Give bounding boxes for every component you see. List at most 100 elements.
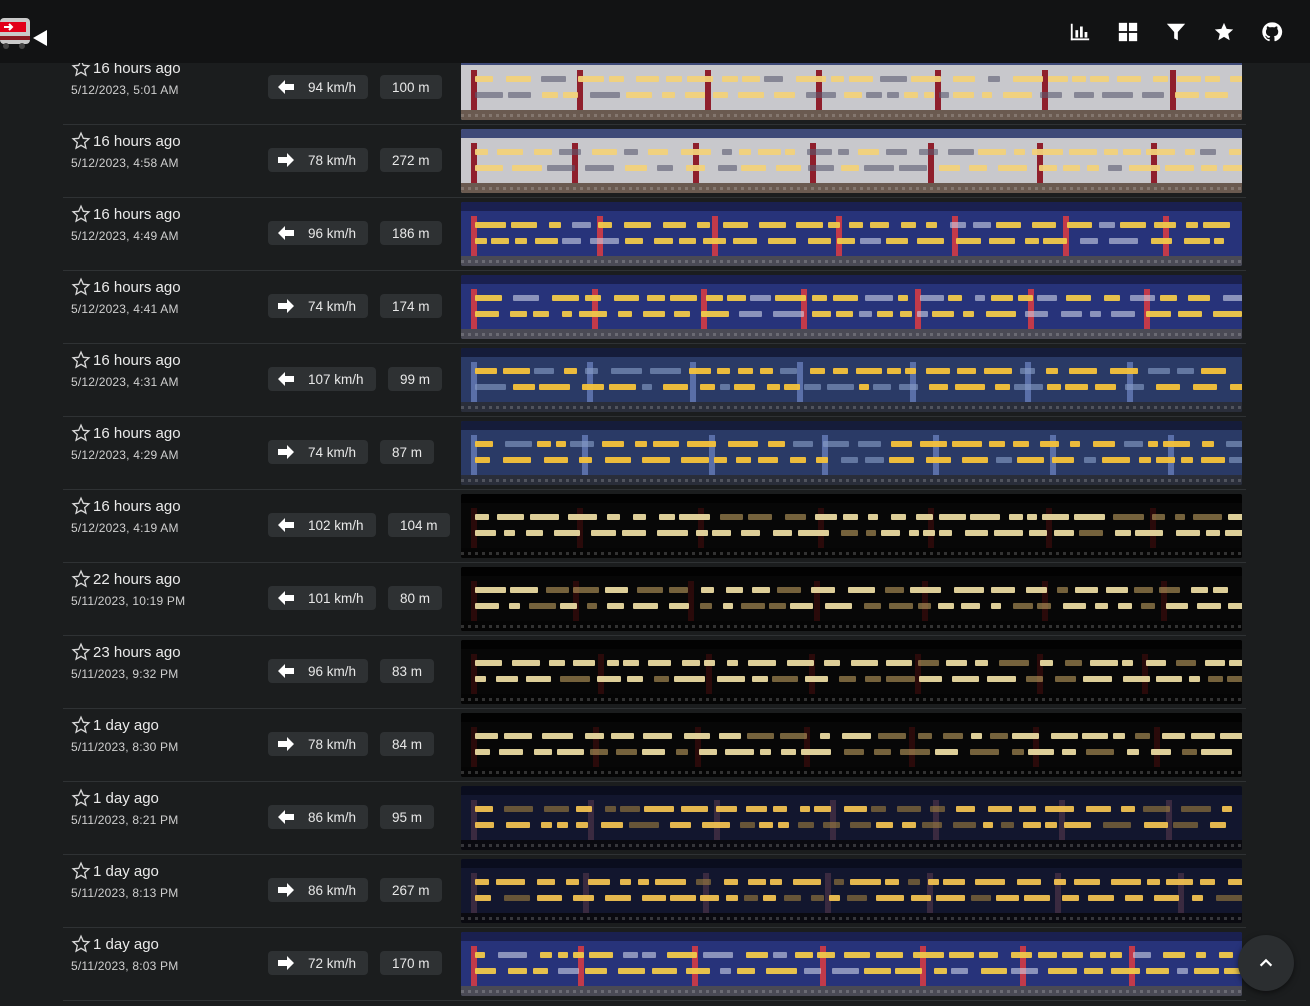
gallery-icon[interactable] xyxy=(1104,18,1152,46)
favorite-star-icon[interactable] xyxy=(71,642,91,662)
length-badge: 174 m xyxy=(380,294,442,318)
favorites-icon[interactable] xyxy=(1200,18,1248,46)
stats-icon[interactable] xyxy=(1056,18,1104,46)
train-image[interactable] xyxy=(461,129,1242,193)
length-badge: 95 m xyxy=(380,805,435,829)
absolute-time: 5/11/2023, 8:21 PM xyxy=(71,813,179,827)
train-row: 1 day ago 5/11/2023, 8:30 PM 78 km/h 84 m xyxy=(63,709,1246,782)
train-row: 16 hours ago 5/12/2023, 4:31 AM 107 km/h 99… xyxy=(63,344,1246,417)
favorite-star-icon[interactable] xyxy=(71,715,91,735)
absolute-time: 5/12/2023, 4:19 AM xyxy=(71,521,179,535)
train-image[interactable] xyxy=(461,421,1242,485)
relative-time: 16 hours ago xyxy=(71,494,261,518)
train-image[interactable] xyxy=(461,275,1242,339)
train-image[interactable] xyxy=(461,56,1242,120)
length-badge: 267 m xyxy=(380,878,442,902)
absolute-time: 5/12/2023, 4:58 AM xyxy=(71,156,179,170)
favorite-star-icon[interactable] xyxy=(71,788,91,808)
favorite-star-icon[interactable] xyxy=(71,861,91,881)
arrow-left-icon xyxy=(278,226,294,240)
length-badge: 272 m xyxy=(380,148,442,172)
train-image[interactable] xyxy=(461,567,1242,631)
train-row: 16 hours ago 5/12/2023, 4:58 AM 78 km/h 272… xyxy=(63,125,1246,198)
train-row: 1 day ago 5/11/2023, 8:21 PM 86 km/h 95 m xyxy=(63,782,1246,855)
arrow-right-icon xyxy=(278,883,294,897)
favorite-star-icon[interactable] xyxy=(71,569,91,589)
arrow-left-icon xyxy=(278,80,294,94)
absolute-time: 5/11/2023, 8:30 PM xyxy=(71,740,179,754)
time-cell: 16 hours ago 5/12/2023, 4:58 AM xyxy=(71,129,261,170)
arrow-left-icon xyxy=(278,664,294,678)
relative-time: 1 day ago xyxy=(71,713,261,737)
train-row: 1 day ago 5/11/2023, 8:03 PM 72 km/h 170 m xyxy=(63,928,1246,1001)
speed-text: 96 km/h xyxy=(308,225,357,241)
relative-time: 16 hours ago xyxy=(71,129,261,153)
favorite-star-icon[interactable] xyxy=(71,423,91,443)
speed-badge: 101 km/h xyxy=(268,586,376,610)
top-navbar xyxy=(0,0,1310,63)
speed-badge: 96 km/h xyxy=(268,659,369,683)
speed-badge: 102 km/h xyxy=(268,513,376,537)
time-cell: 16 hours ago 5/12/2023, 4:41 AM xyxy=(71,275,261,316)
relative-time-text: 16 hours ago xyxy=(93,424,181,442)
arrow-left-icon xyxy=(278,591,294,605)
relative-time-text: 1 day ago xyxy=(93,716,159,734)
time-cell: 1 day ago 5/11/2023, 8:30 PM xyxy=(71,713,261,754)
train-image[interactable] xyxy=(461,859,1242,923)
absolute-time: 5/11/2023, 8:13 PM xyxy=(71,886,179,900)
speed-text: 78 km/h xyxy=(308,736,357,752)
arrow-right-icon xyxy=(278,737,294,751)
speed-badge: 107 km/h xyxy=(268,367,376,391)
absolute-time: 5/12/2023, 5:01 AM xyxy=(71,83,179,97)
train-image[interactable] xyxy=(461,202,1242,266)
absolute-time: 5/12/2023, 4:29 AM xyxy=(71,448,179,462)
time-cell: 23 hours ago 5/11/2023, 9:32 PM xyxy=(71,640,261,681)
speed-text: 94 km/h xyxy=(308,79,357,95)
length-badge: 99 m xyxy=(388,367,443,391)
relative-time-text: 16 hours ago xyxy=(93,497,181,515)
speed-badge: 78 km/h xyxy=(268,148,369,172)
speed-badge: 94 km/h xyxy=(268,75,369,99)
arrow-right-icon xyxy=(278,299,294,313)
relative-time-text: 22 hours ago xyxy=(93,570,181,588)
arrow-right-icon xyxy=(278,445,294,459)
length-badge: 170 m xyxy=(380,951,442,975)
train-image[interactable] xyxy=(461,494,1242,558)
absolute-time: 5/11/2023, 8:03 PM xyxy=(71,959,179,973)
github-icon[interactable] xyxy=(1248,18,1296,46)
train-row: 1 day ago 5/11/2023, 8:13 PM 86 km/h 267 m xyxy=(63,855,1246,928)
speed-text: 78 km/h xyxy=(308,152,357,168)
relative-time: 23 hours ago xyxy=(71,640,261,664)
train-image[interactable] xyxy=(461,348,1242,412)
train-image[interactable] xyxy=(461,713,1242,777)
train-image[interactable] xyxy=(461,932,1242,996)
chevron-up-icon xyxy=(1259,958,1273,967)
train-image[interactable] xyxy=(461,640,1242,704)
length-badge: 104 m xyxy=(388,513,450,537)
time-cell: 1 day ago 5/11/2023, 8:13 PM xyxy=(71,859,261,900)
favorite-star-icon[interactable] xyxy=(71,350,91,370)
speed-text: 72 km/h xyxy=(308,955,357,971)
filter-icon[interactable] xyxy=(1152,18,1200,46)
favorite-star-icon[interactable] xyxy=(71,277,91,297)
relative-time: 16 hours ago xyxy=(71,348,261,372)
relative-time-text: 1 day ago xyxy=(93,789,159,807)
absolute-time: 5/12/2023, 4:31 AM xyxy=(71,375,179,389)
length-badge: 80 m xyxy=(388,586,443,610)
back-to-top-button[interactable] xyxy=(1238,935,1294,991)
speed-text: 102 km/h xyxy=(308,517,364,533)
sbb-train-logo[interactable] xyxy=(0,12,50,52)
relative-time: 1 day ago xyxy=(71,859,261,883)
favorite-star-icon[interactable] xyxy=(71,131,91,151)
relative-time: 22 hours ago xyxy=(71,567,261,591)
speed-text: 86 km/h xyxy=(308,809,357,825)
train-row: 16 hours ago 5/12/2023, 4:19 AM 102 km/h 10… xyxy=(63,490,1246,563)
relative-time-text: 23 hours ago xyxy=(93,643,181,661)
favorite-star-icon[interactable] xyxy=(71,496,91,516)
speed-badge: 74 km/h xyxy=(268,440,369,464)
length-badge: 83 m xyxy=(380,659,435,683)
train-image[interactable] xyxy=(461,786,1242,850)
favorite-star-icon[interactable] xyxy=(71,204,91,224)
length-badge: 87 m xyxy=(380,440,435,464)
favorite-star-icon[interactable] xyxy=(71,934,91,954)
